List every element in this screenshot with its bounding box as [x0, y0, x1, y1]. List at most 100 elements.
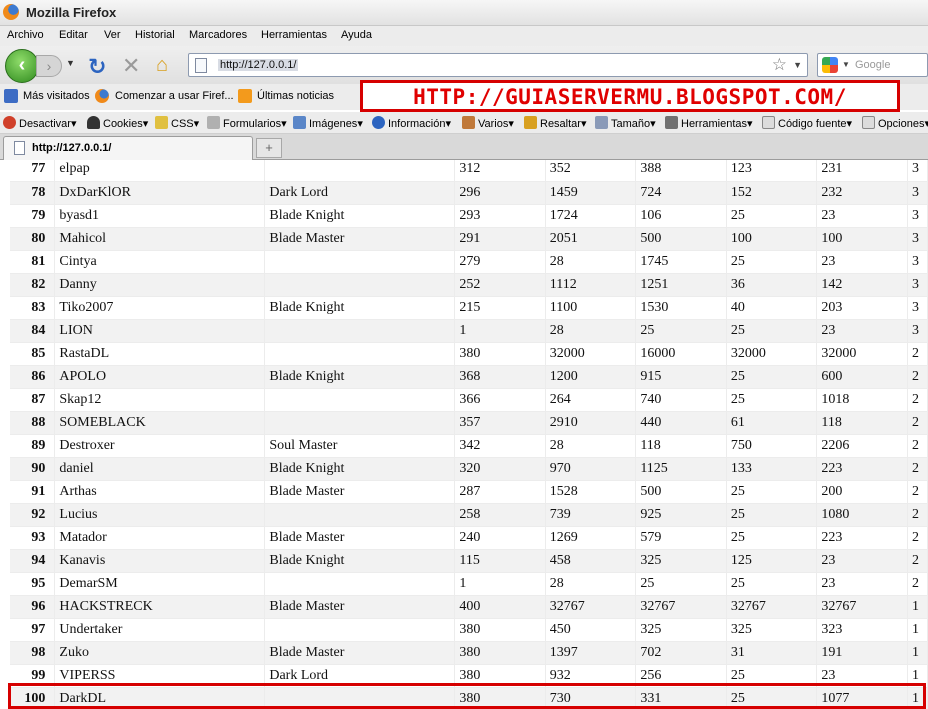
stat-cell: 1077	[816, 687, 908, 709]
forward-arrow-icon: ›	[46, 58, 52, 74]
dev-images[interactable]: Imágenes▾	[293, 116, 363, 130]
search-box[interactable]: ▼ Google	[817, 53, 928, 77]
table-row: 91 Arthas Blade Master 287 1528 500 25 200 2	[10, 480, 928, 504]
stat-cell: 1269	[545, 526, 637, 550]
stat-cell: 16000	[635, 342, 727, 366]
most-visited-icon	[4, 89, 18, 103]
page-icon	[195, 58, 207, 73]
level-cell: 215	[454, 296, 546, 320]
stat-cell: 1745	[635, 250, 727, 274]
url-bar[interactable]: http://127.0.0.1/ ☆ ▼	[188, 53, 808, 77]
level-cell: 252	[454, 273, 546, 297]
level-cell: 287	[454, 480, 546, 504]
name-cell: byasd1	[54, 204, 266, 228]
dev-information-label: Información	[388, 118, 446, 130]
stat-cell: 724	[635, 181, 727, 205]
rank-cell: 98	[10, 641, 56, 665]
name-cell: RastaDL	[54, 342, 266, 366]
stat-cell: 31	[726, 641, 818, 665]
table-row: 88 SOMEBLACK 357 2910 440 61 118 2	[10, 411, 928, 435]
dev-view-source[interactable]: Código fuente▾	[762, 116, 852, 130]
dev-misc-label: Varios	[478, 118, 509, 130]
dev-css[interactable]: CSS▾	[155, 116, 199, 130]
stat-cell: 125	[726, 549, 818, 573]
table-row: 92 Lucius 258 739 925 25 1080 2	[10, 503, 928, 527]
dev-misc[interactable]: Varios▾	[462, 116, 514, 130]
dev-outline[interactable]: Resaltar▾	[524, 116, 587, 130]
banner-text: HTTP://GUIASERVERMU.BLOGSPOT.COM/	[413, 85, 847, 109]
dev-resize[interactable]: Tamaño▾	[595, 116, 656, 130]
extra-cell: 3	[907, 160, 928, 182]
dev-disable[interactable]: Desactivar▾	[3, 116, 77, 130]
menu-marcadores[interactable]: Marcadores	[189, 29, 247, 41]
url-input[interactable]: http://127.0.0.1/	[218, 59, 299, 71]
stat-cell: 23	[816, 204, 908, 228]
dev-tools[interactable]: Herramientas▾	[665, 116, 753, 130]
rank-cell: 78	[10, 181, 56, 205]
menu-herramientas[interactable]: Herramientas	[261, 29, 327, 41]
stat-cell: 325	[635, 549, 727, 573]
images-icon	[293, 116, 306, 129]
tab-label: http://127.0.0.1/	[32, 142, 112, 154]
extra-cell: 2	[907, 388, 928, 412]
stat-cell: 28	[545, 319, 637, 343]
table-row: 98 Zuko Blade Master 380 1397 702 31 191 1	[10, 641, 928, 665]
stat-cell: 925	[635, 503, 727, 527]
stat-cell: 1459	[545, 181, 637, 205]
bookmark-most-visited[interactable]: Más visitados	[23, 90, 90, 102]
google-icon[interactable]	[822, 57, 838, 73]
dev-outline-label: Resaltar	[540, 118, 581, 130]
tab-localhost[interactable]: http://127.0.0.1/	[3, 136, 253, 160]
stat-cell: 142	[816, 273, 908, 297]
history-dropdown-icon[interactable]: ▼	[66, 58, 75, 68]
stat-cell: 106	[635, 204, 727, 228]
stat-cell: 1200	[545, 365, 637, 389]
stat-cell: 25	[726, 664, 818, 688]
menu-archivo[interactable]: Archivo	[7, 29, 44, 41]
window-title: Mozilla Firefox	[26, 5, 117, 20]
class-cell	[264, 319, 456, 343]
reload-icon[interactable]: ↻	[88, 54, 106, 80]
back-arrow-icon: ‹	[18, 54, 26, 76]
dev-forms[interactable]: Formularios▾	[207, 116, 287, 130]
class-cell	[264, 503, 456, 527]
menu-ver[interactable]: Ver	[104, 29, 121, 41]
table-row: 78 DxDarKlOR Dark Lord 296 1459 724 152 232 3	[10, 181, 928, 205]
rank-cell: 86	[10, 365, 56, 389]
class-cell: Blade Knight	[264, 296, 456, 320]
extra-cell: 2	[907, 503, 928, 527]
dev-disable-label: Desactivar	[19, 118, 71, 130]
stat-cell: 32767	[545, 595, 637, 619]
table-row: 99 VIPERSS Dark Lord 380 932 256 25 23 1	[10, 664, 928, 688]
level-cell: 293	[454, 204, 546, 228]
bookmark-getting-started[interactable]: Comenzar a usar Firef...	[115, 90, 234, 102]
stat-cell: 25	[726, 250, 818, 274]
home-icon[interactable]: ⌂	[156, 54, 168, 77]
forward-button[interactable]: ›	[36, 55, 62, 77]
new-tab-button[interactable]: +	[256, 138, 282, 158]
firefox-logo-icon	[3, 4, 19, 20]
menu-editar[interactable]: Editar	[59, 29, 88, 41]
dev-information[interactable]: Información▾	[372, 116, 451, 130]
search-input[interactable]: Google	[855, 59, 890, 71]
level-cell: 380	[454, 618, 546, 642]
url-dropdown-icon[interactable]: ▼	[793, 60, 802, 70]
level-cell: 366	[454, 388, 546, 412]
menu-ayuda[interactable]: Ayuda	[341, 29, 372, 41]
bookmark-latest-news[interactable]: Últimas noticias	[257, 90, 334, 102]
stat-cell: 388	[635, 160, 727, 182]
rank-cell: 100	[10, 687, 56, 709]
dev-cookies[interactable]: Cookies▾	[87, 116, 148, 130]
bookmark-star-icon[interactable]: ☆	[772, 55, 787, 75]
title-bar: Mozilla Firefox	[0, 0, 928, 26]
rank-cell: 88	[10, 411, 56, 435]
stat-cell: 1530	[635, 296, 727, 320]
stop-icon[interactable]: ✕	[122, 53, 140, 79]
stat-cell: 32767	[726, 595, 818, 619]
dev-options[interactable]: Opciones▾	[862, 116, 928, 130]
search-engine-dropdown-icon[interactable]: ▼	[842, 60, 850, 69]
name-cell: VIPERSS	[54, 664, 266, 688]
menu-historial[interactable]: Historial	[135, 29, 175, 41]
class-cell: Blade Master	[264, 526, 456, 550]
back-button[interactable]: ‹	[5, 49, 39, 83]
